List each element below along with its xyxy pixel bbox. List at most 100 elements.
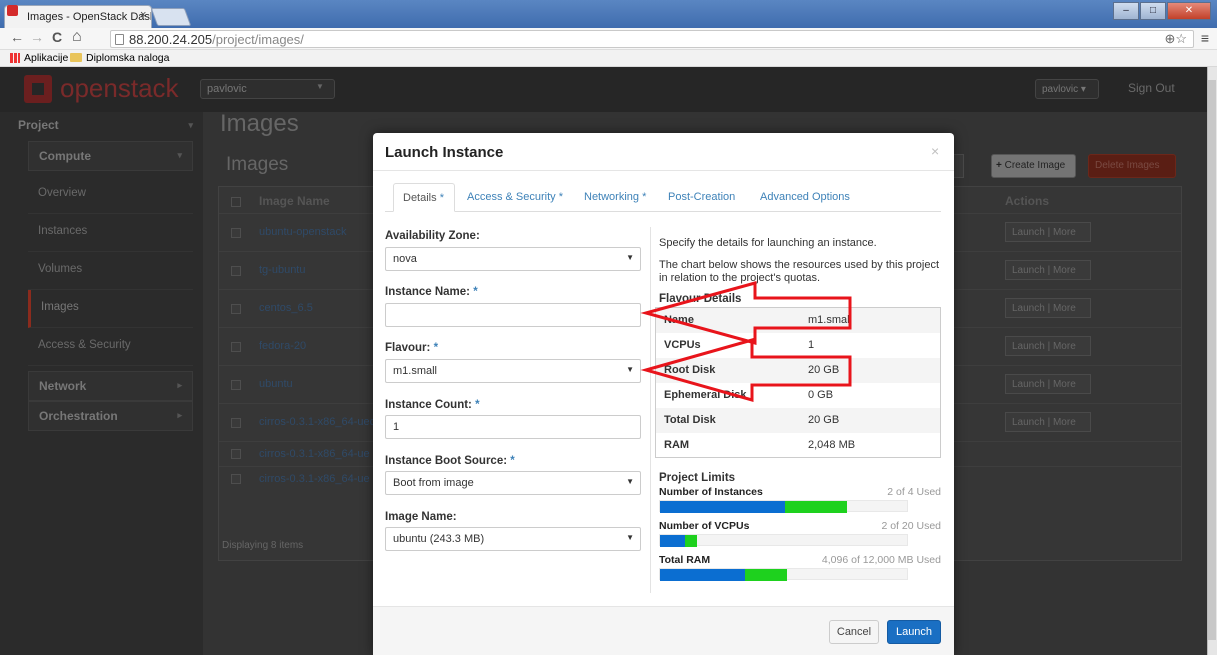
image-name-select[interactable]: ubuntu (243.3 MB) ▼ bbox=[385, 527, 641, 551]
user-menu[interactable]: pavlovic ▾ bbox=[1035, 79, 1099, 99]
image-name-link[interactable]: cirros-0.3.1-x86_64-uec bbox=[259, 416, 375, 428]
more-row-button[interactable]: More bbox=[1053, 227, 1076, 238]
instance-name-input[interactable] bbox=[385, 303, 641, 327]
cancel-button[interactable]: Cancel bbox=[829, 620, 879, 644]
image-name-link[interactable]: fedora-20 bbox=[259, 340, 306, 352]
more-row-button[interactable]: More bbox=[1053, 265, 1076, 276]
image-name-link[interactable]: centos_6.5 bbox=[259, 302, 313, 314]
close-icon[interactable]: × bbox=[931, 143, 939, 159]
bookmark-star-icon[interactable]: ☆ bbox=[1175, 31, 1187, 46]
help-text-quotas: The chart below shows the resources used… bbox=[659, 259, 940, 284]
bookmark-diplomska[interactable]: Diplomska naloga bbox=[86, 52, 169, 64]
launch-row-button[interactable]: Launch bbox=[1012, 227, 1045, 238]
flavour-detail-row: RAM 2,048 MB bbox=[656, 433, 940, 458]
image-name-link[interactable]: cirros-0.3.1-x86_64-ue bbox=[259, 448, 370, 460]
flavour-detail-key: RAM bbox=[664, 439, 690, 451]
sidebar-item-instances[interactable]: Instances bbox=[28, 214, 193, 252]
limit-used-text: 2 of 20 Used bbox=[881, 520, 941, 532]
sidebar-item-volumes[interactable]: Volumes bbox=[28, 252, 193, 290]
launch-button[interactable]: Launch bbox=[887, 620, 941, 644]
row-checkbox[interactable] bbox=[231, 449, 241, 459]
more-row-button[interactable]: More bbox=[1053, 303, 1076, 314]
chevron-down-icon: ▼ bbox=[316, 82, 324, 91]
back-icon[interactable]: ← bbox=[10, 29, 24, 45]
bookmarks-bar bbox=[0, 50, 1217, 67]
limit-current-fill bbox=[660, 569, 745, 581]
sidebar-item-overview[interactable]: Overview bbox=[28, 176, 193, 214]
more-row-button[interactable]: More bbox=[1053, 417, 1076, 428]
bookmark-apps[interactable]: Aplikacije bbox=[24, 52, 68, 64]
close-window-icon[interactable]: ✕ bbox=[1167, 2, 1211, 20]
instance-name-label: Instance Name: * bbox=[385, 286, 478, 298]
launch-row-button[interactable]: Launch bbox=[1012, 265, 1045, 276]
limit-added-fill bbox=[685, 535, 697, 547]
browser-tab[interactable]: Images - OpenStack Dash bbox=[4, 5, 152, 28]
launch-row-button[interactable]: Launch bbox=[1012, 341, 1045, 352]
column-header-image-name[interactable]: Image Name bbox=[259, 194, 330, 208]
tab-advanced-options[interactable]: Advanced Options bbox=[760, 191, 850, 203]
sidebar-item-access-security[interactable]: Access & Security bbox=[28, 328, 193, 366]
sidebar-compute[interactable]: Compute ▾ bbox=[28, 141, 193, 171]
launch-row-button[interactable]: Launch bbox=[1012, 303, 1045, 314]
select-caret-icon: ▼ bbox=[626, 533, 634, 542]
row-checkbox[interactable] bbox=[231, 228, 241, 238]
image-name-link[interactable]: tg-ubuntu bbox=[259, 264, 305, 276]
sidebar-orchestration[interactable]: Orchestration ▸ bbox=[28, 401, 193, 431]
folder-icon bbox=[70, 53, 82, 62]
row-checkbox[interactable] bbox=[231, 474, 241, 484]
select-all-checkbox[interactable] bbox=[231, 197, 241, 207]
new-tab-button[interactable] bbox=[150, 8, 192, 26]
url-path: /project/images/ bbox=[212, 32, 304, 47]
minimize-icon[interactable]: – bbox=[1113, 2, 1139, 20]
flavour-detail-key: VCPUs bbox=[664, 339, 701, 351]
launch-row-button[interactable]: Launch bbox=[1012, 417, 1045, 428]
openstack-header bbox=[0, 67, 1207, 112]
sidebar-project[interactable]: Project ▾ bbox=[0, 112, 203, 138]
browser-menu-icon[interactable]: ≡ bbox=[1201, 30, 1209, 46]
boot-source-label: Instance Boot Source: * bbox=[385, 455, 515, 467]
image-name-link[interactable]: ubuntu bbox=[259, 378, 293, 390]
sign-out-link[interactable]: Sign Out bbox=[1128, 81, 1175, 95]
row-actions: Launch | More bbox=[1005, 374, 1091, 394]
row-checkbox[interactable] bbox=[231, 418, 241, 428]
limit-added-fill bbox=[745, 569, 787, 581]
row-checkbox[interactable] bbox=[231, 342, 241, 352]
tab-details[interactable]: Details * bbox=[393, 183, 455, 212]
limit-progress-bar bbox=[659, 500, 908, 513]
limit-added-fill bbox=[785, 501, 847, 513]
row-checkbox[interactable] bbox=[231, 380, 241, 390]
delete-images-button[interactable]: Delete Images bbox=[1088, 154, 1176, 178]
image-name-link[interactable]: ubuntu-openstack bbox=[259, 226, 346, 238]
tab-access-security[interactable]: Access & Security * bbox=[467, 191, 563, 203]
availability-zone-select[interactable]: nova ▼ bbox=[385, 247, 641, 271]
project-selector[interactable]: pavlovic bbox=[200, 79, 335, 99]
page-title: Images bbox=[220, 110, 299, 137]
sidebar-item-images[interactable]: Images bbox=[28, 290, 193, 328]
tab-post-creation[interactable]: Post-Creation bbox=[668, 191, 735, 203]
forward-icon[interactable]: → bbox=[30, 29, 44, 45]
limit-progress-bar bbox=[659, 534, 908, 547]
instance-count-input[interactable]: 1 bbox=[385, 415, 641, 439]
tab-networking[interactable]: Networking * bbox=[584, 191, 646, 203]
sidebar-network[interactable]: Network ▸ bbox=[28, 371, 193, 401]
openstack-favicon-icon bbox=[7, 5, 18, 16]
create-image-button[interactable]: + Create Image bbox=[991, 154, 1076, 178]
zoom-icon[interactable]: ⊕☆ bbox=[1164, 31, 1187, 47]
launch-row-button[interactable]: Launch bbox=[1012, 379, 1045, 390]
row-actions: Launch | More bbox=[1005, 222, 1091, 242]
more-row-button[interactable]: More bbox=[1053, 379, 1076, 390]
tab-close-icon[interactable]: × bbox=[140, 9, 146, 21]
flavour-detail-key: Total Disk bbox=[664, 414, 716, 426]
openstack-logo-text: openstack bbox=[60, 73, 179, 103]
image-name-link[interactable]: cirros-0.3.1-x86_64-ue bbox=[259, 473, 370, 485]
reload-icon[interactable]: C bbox=[52, 29, 62, 45]
flavour-select[interactable]: m1.small ▼ bbox=[385, 359, 641, 383]
row-checkbox[interactable] bbox=[231, 266, 241, 276]
boot-source-select[interactable]: Boot from image ▼ bbox=[385, 471, 641, 495]
maximize-icon[interactable]: □ bbox=[1140, 2, 1166, 20]
more-row-button[interactable]: More bbox=[1053, 341, 1076, 352]
address-bar[interactable]: 88.200.24.205/project/images/ bbox=[110, 30, 1194, 48]
row-checkbox[interactable] bbox=[231, 304, 241, 314]
home-icon[interactable]: ⌂ bbox=[72, 28, 82, 46]
scrollbar-thumb[interactable] bbox=[1208, 80, 1216, 640]
